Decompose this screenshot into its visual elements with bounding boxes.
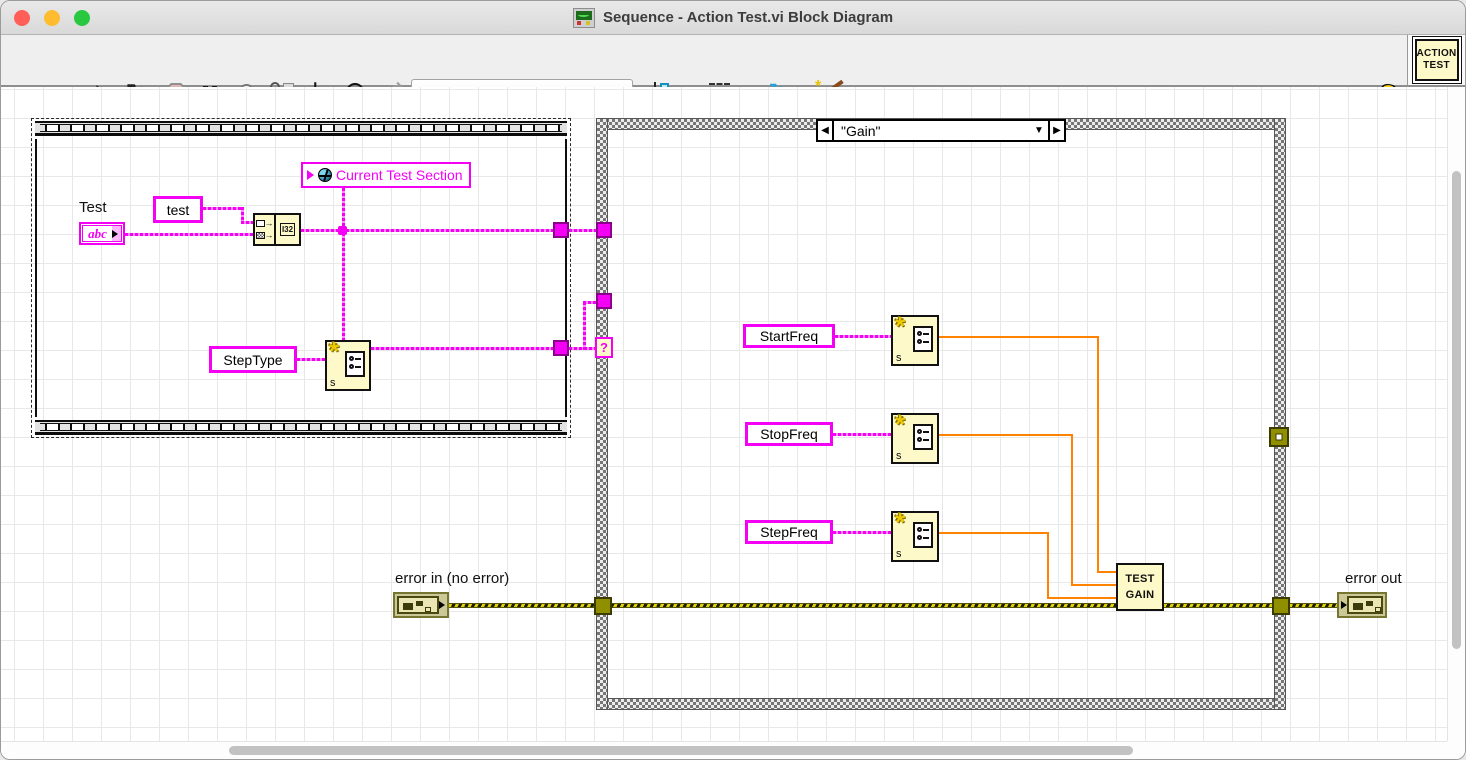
document-icon — [913, 326, 933, 352]
i32-glyph: I32 — [280, 223, 295, 236]
sequence-film-border-bottom — [35, 420, 567, 435]
string-wire[interactable] — [297, 358, 325, 361]
error-out-terminal[interactable] — [1337, 592, 1387, 618]
test-string-constant[interactable]: test — [153, 196, 203, 223]
sequence-tunnel[interactable] — [553, 222, 569, 238]
string-wire[interactable] — [833, 433, 891, 436]
terminal-arrow-icon — [439, 601, 445, 609]
vi-icon-button[interactable]: ACTION TEST — [1412, 36, 1462, 84]
numeric-wire[interactable] — [1071, 434, 1073, 585]
test-gain-subvi[interactable]: TEST GAIN — [1116, 563, 1164, 611]
close-button[interactable] — [14, 10, 30, 26]
numeric-wire[interactable] — [1097, 571, 1117, 573]
document-icon — [913, 522, 933, 548]
sequence-tunnel[interactable] — [553, 340, 569, 356]
steptype-string-constant[interactable]: StepType — [209, 346, 297, 373]
case-dropdown-icon[interactable]: ▼ — [1030, 121, 1048, 140]
case-structure-border-right[interactable] — [1274, 118, 1286, 710]
document-icon — [345, 351, 365, 377]
match-pattern-node[interactable]: I32 — [253, 213, 301, 246]
string-wire[interactable] — [342, 188, 345, 342]
string-wire[interactable] — [371, 347, 555, 350]
block-diagram-canvas[interactable]: ◀ "Gain" ▼ ▶ — [1, 87, 1447, 741]
numeric-wire[interactable] — [1047, 532, 1049, 598]
case-output-tunnel[interactable] — [1269, 427, 1289, 447]
numeric-wire[interactable] — [1047, 597, 1117, 599]
match-pattern-inputs-icon — [255, 215, 276, 244]
minimize-button[interactable] — [44, 10, 60, 26]
case-tunnel[interactable] — [596, 293, 612, 309]
vi-icon-line2: TEST — [1423, 60, 1450, 72]
global-arrow-icon — [307, 170, 314, 180]
error-wire[interactable] — [449, 603, 1339, 608]
horizontal-scrollbar-track[interactable] — [1, 741, 1447, 759]
case-selector-label[interactable]: ◀ "Gain" ▼ ▶ — [816, 119, 1066, 142]
case-structure-border-bottom[interactable] — [596, 698, 1286, 710]
toolbar: ↻ ↳ — [1, 35, 1465, 87]
string-wire[interactable] — [833, 531, 891, 534]
string-wire[interactable] — [241, 221, 253, 224]
subvi-line2: GAIN — [1126, 587, 1155, 604]
stepfreq-string-constant[interactable]: StepFreq — [745, 520, 833, 544]
global-variable-name: Current Test Section — [336, 167, 463, 183]
window-title: Sequence - Action Test.vi Block Diagram — [603, 9, 893, 26]
vi-document-icon — [573, 8, 595, 28]
numeric-wire[interactable] — [939, 434, 1073, 436]
config-read-node[interactable]: s — [891, 315, 939, 366]
case-prev-icon[interactable]: ◀ — [818, 121, 834, 140]
title-bar: Sequence - Action Test.vi Block Diagram — [1, 1, 1465, 35]
case-tunnel[interactable] — [596, 222, 612, 238]
test-control-label: Test — [79, 199, 107, 216]
string-subtype-letter: s — [330, 378, 336, 389]
string-wire[interactable] — [569, 229, 599, 232]
error-tunnel-left[interactable] — [594, 597, 612, 615]
error-cluster-icon — [397, 596, 439, 614]
horizontal-scrollbar-thumb[interactable] — [229, 746, 1133, 755]
document-icon — [913, 424, 933, 450]
config-read-node[interactable]: s — [891, 413, 939, 464]
app-window: Sequence - Action Test.vi Block Diagram … — [0, 0, 1466, 760]
error-tunnel-right[interactable] — [1272, 597, 1290, 615]
string-wire[interactable] — [583, 302, 586, 350]
case-next-icon[interactable]: ▶ — [1048, 121, 1064, 140]
zoom-button[interactable] — [74, 10, 90, 26]
vi-icon-line1: ACTION — [1416, 48, 1456, 60]
error-in-terminal[interactable] — [393, 592, 449, 618]
vi-icon-panel: ACTION TEST — [1407, 35, 1465, 87]
numeric-wire[interactable] — [939, 532, 1049, 534]
scrollbar-corner — [1447, 741, 1465, 759]
terminal-arrow-icon — [112, 230, 118, 238]
subvi-line1: TEST — [1125, 571, 1154, 588]
string-wire[interactable] — [835, 335, 891, 338]
config-read-node[interactable]: s — [891, 511, 939, 562]
numeric-wire[interactable] — [939, 336, 1099, 338]
string-wire[interactable] — [203, 207, 244, 210]
numeric-wire[interactable] — [1071, 584, 1117, 586]
case-selector-terminal[interactable]: ? — [595, 337, 613, 358]
vertical-scrollbar-thumb[interactable] — [1452, 171, 1461, 649]
error-in-label: error in (no error) — [395, 570, 509, 587]
sequence-film-border-top — [35, 121, 567, 136]
vertical-scrollbar-track[interactable] — [1447, 87, 1465, 741]
config-read-node[interactable]: s — [325, 340, 371, 391]
error-cluster-icon — [1347, 596, 1383, 614]
numeric-wire[interactable] — [1097, 336, 1099, 572]
case-name[interactable]: "Gain" — [834, 121, 1030, 140]
startfreq-string-constant[interactable]: StartFreq — [743, 324, 835, 348]
globe-icon — [318, 168, 332, 182]
stopfreq-string-constant[interactable]: StopFreq — [745, 422, 833, 446]
string-type-glyph: abc — [83, 226, 112, 242]
global-variable[interactable]: Current Test Section — [301, 162, 471, 188]
wire-junction[interactable] — [338, 226, 347, 235]
string-wire[interactable] — [125, 233, 253, 236]
case-structure-border-left[interactable] — [596, 118, 608, 710]
error-out-label: error out — [1345, 570, 1402, 587]
test-string-control-terminal[interactable]: abc — [79, 222, 125, 245]
